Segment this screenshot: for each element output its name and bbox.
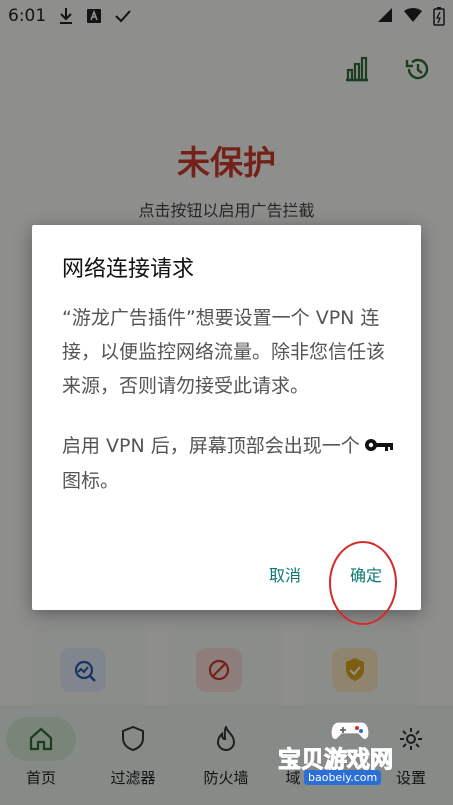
dialog-message: “游龙广告插件”想要设置一个 VPN 连接，以便监控网络流量。除非您信任该来源，… [62, 307, 386, 397]
watermark-text: 宝贝游戏网 [278, 747, 394, 774]
watermark-logo: 宝贝游戏网 baobeiy.com [278, 718, 428, 802]
annotation-circle [329, 541, 397, 625]
watermark-url: baobeiy.com [304, 770, 382, 785]
key-icon [364, 430, 394, 464]
dialog-vpn-note: 启用 VPN 后，屏幕顶部会出现一个图标。 [62, 429, 402, 498]
dialog-body: “游龙广告插件”想要设置一个 VPN 连接，以便监控网络流量。除非您信任该来源，… [62, 301, 402, 498]
dialog-title: 网络连接请求 [62, 257, 195, 282]
cancel-button[interactable]: 取消 [269, 562, 301, 586]
